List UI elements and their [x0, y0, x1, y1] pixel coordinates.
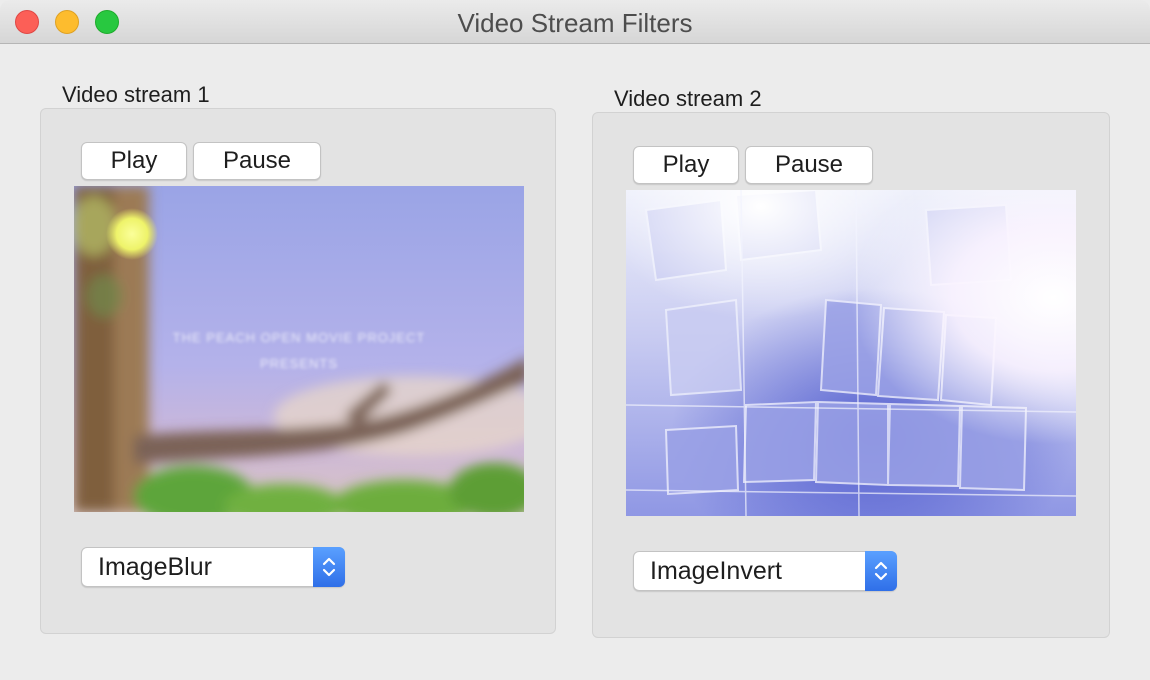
stream-1-play-button[interactable]: Play: [81, 142, 187, 180]
stream-1-pause-button[interactable]: Pause: [193, 142, 321, 180]
title-bar[interactable]: Video Stream Filters: [0, 0, 1150, 44]
stream-2-video-frame: [626, 190, 1076, 516]
stream-2-filter-select[interactable]: ImageInvert: [633, 551, 897, 591]
window-title: Video Stream Filters: [457, 8, 693, 38]
stream-1-filter-value: ImageBlur: [98, 553, 212, 581]
stream-1-frame-caption-2: PRESENTS: [259, 356, 339, 371]
stream-1-frame-caption-1: THE PEACH OPEN MOVIE PROJECT: [172, 330, 426, 345]
stream-2-label: Video stream 2: [614, 86, 762, 111]
stream-1-video-frame: THE PEACH OPEN MOVIE PROJECT PRESENTS: [74, 186, 524, 512]
stream-2-filter-value: ImageInvert: [650, 557, 783, 585]
stream-1-filter-select[interactable]: ImageBlur: [81, 547, 345, 587]
stream-1-label: Video stream 1: [62, 82, 210, 107]
stream-2-pause-button[interactable]: Pause: [745, 146, 873, 184]
chevron-up-down-icon[interactable]: [313, 547, 345, 587]
chevron-up-down-icon[interactable]: [865, 551, 897, 591]
stream-2-play-button[interactable]: Play: [633, 146, 739, 184]
app-window: Video Stream Filters Video stream 1 Play…: [0, 0, 1150, 680]
